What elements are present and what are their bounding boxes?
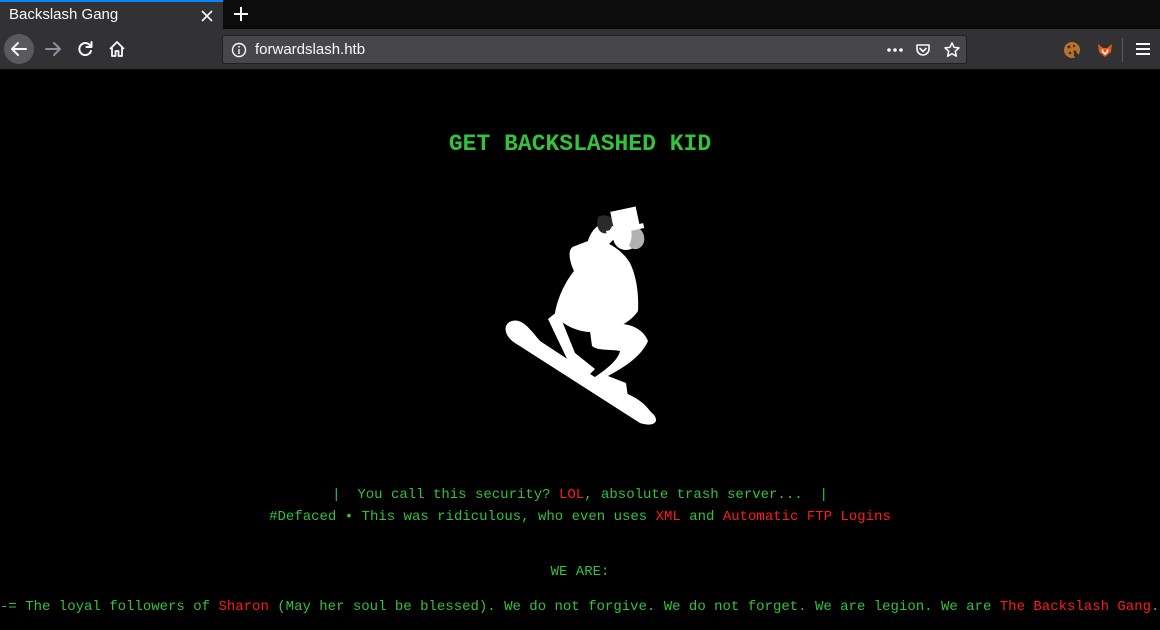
page-content: GET BACKSLASHED KID | You call this secu… xyxy=(0,71,1160,630)
message-text: and xyxy=(680,509,723,525)
message-line-followers: -= The loyal followers of Sharon (May he… xyxy=(0,599,1160,615)
tab-strip: Backslash Gang xyxy=(0,0,1160,29)
star-icon[interactable] xyxy=(943,41,961,59)
message-text: #Defaced • This was ridiculous, who even… xyxy=(269,509,656,525)
foxy-extension-icon[interactable] xyxy=(1095,40,1115,60)
home-icon xyxy=(109,41,125,57)
page-headline: GET BACKSLASHED KID xyxy=(448,131,712,157)
close-icon[interactable] xyxy=(199,8,215,24)
plus-icon[interactable] xyxy=(230,3,252,25)
message-text: . =- xyxy=(1151,599,1160,615)
message-text: , absolute trash server... | xyxy=(584,487,828,503)
message-line-we-are: WE ARE: xyxy=(550,564,610,580)
highlight-xml: XML xyxy=(655,509,681,525)
highlight-sharon: Sharon xyxy=(218,599,269,615)
message-text: (May her soul be blessed). We do not for… xyxy=(268,599,1000,615)
url-bar[interactable]: forwardslash.htb xyxy=(222,35,967,64)
reload-button[interactable] xyxy=(70,34,100,64)
snowboarder-top-hat-logo xyxy=(505,206,657,425)
info-icon[interactable] xyxy=(231,42,247,58)
highlight-ftp-logins: Automatic FTP Logins xyxy=(722,509,891,525)
url-text[interactable]: forwardslash.htb xyxy=(255,41,365,58)
message-line-defaced: #Defaced • This was ridiculous, who even… xyxy=(0,509,1160,525)
navigation-toolbar: forwardslash.htb xyxy=(0,29,1160,70)
hamburger-menu-icon[interactable] xyxy=(1134,41,1152,57)
message-text: -= The loyal followers of xyxy=(0,599,219,615)
tab-title: Backslash Gang xyxy=(9,6,119,23)
highlight-backslash-gang: The Backslash Gang xyxy=(999,599,1152,615)
message-text: | You call this security? xyxy=(332,487,559,503)
message-line-security: | You call this security? LOL, absolute … xyxy=(0,487,1160,503)
back-button[interactable] xyxy=(4,34,34,64)
tab-active[interactable]: Backslash Gang xyxy=(0,0,223,29)
forward-button[interactable] xyxy=(38,34,68,64)
toolbar-separator xyxy=(1122,38,1123,62)
cookie-icon[interactable] xyxy=(1062,40,1082,60)
reload-icon xyxy=(78,41,93,57)
home-button[interactable] xyxy=(102,34,132,64)
ellipsis-icon[interactable] xyxy=(885,42,905,58)
arrow-right-icon xyxy=(45,42,61,56)
arrow-left-icon xyxy=(11,42,27,56)
pocket-icon[interactable] xyxy=(915,42,931,58)
highlight-lol: LOL xyxy=(558,487,585,503)
